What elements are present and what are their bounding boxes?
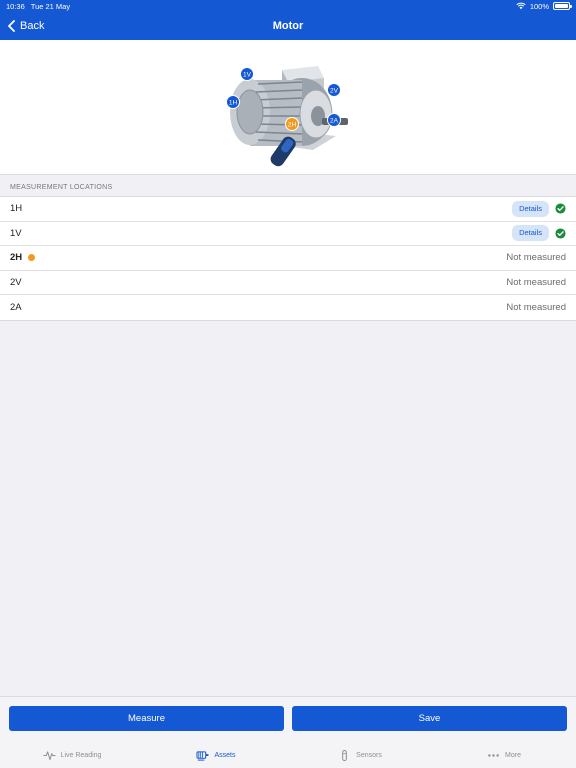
details-button[interactable]: Details [512, 225, 549, 242]
tab-label: More [505, 751, 521, 759]
svg-text:2A: 2A [330, 118, 339, 125]
bottom-area: Measure Save Live Reading Assets Sensors… [0, 696, 576, 768]
location-name: 2H [10, 252, 23, 264]
status-time: 10:36 [6, 1, 25, 11]
tab-more[interactable]: More [432, 745, 576, 765]
top-bar: 10:36 Tue 21 May 100% Back Motor [0, 0, 576, 40]
marker-2v[interactable]: 2V [327, 83, 341, 97]
save-button[interactable]: Save [292, 706, 567, 731]
locations-list: 1H Details 1V Details 2H Not measured 2V… [0, 196, 576, 321]
measurement-status: Not measured [506, 252, 566, 264]
location-row-2a[interactable]: 2A Not measured [0, 295, 576, 320]
chevron-left-icon [8, 20, 15, 32]
marker-2h[interactable]: 2H [285, 117, 299, 131]
battery-icon [553, 2, 572, 10]
sensor-icon [342, 749, 347, 761]
active-location-dot [28, 254, 36, 262]
location-name: 1V [10, 227, 22, 239]
tab-sensors[interactable]: Sensors [288, 745, 432, 765]
svg-text:1V: 1V [243, 72, 252, 79]
tab-label: Assets [214, 751, 236, 759]
location-name: 2V [10, 277, 22, 289]
svg-text:2H: 2H [288, 122, 297, 129]
location-row-2v[interactable]: 2V Not measured [0, 271, 576, 296]
measurement-status: Not measured [506, 277, 566, 289]
details-button[interactable]: Details [512, 200, 549, 217]
marker-1h[interactable]: 1H [226, 95, 240, 109]
tab-label: Live Reading [60, 751, 102, 759]
motor-illustration-panel: 1V 1H 2V 2A 2H [0, 40, 576, 175]
battery-percent: 100% [529, 1, 549, 11]
tab-bar: Live Reading Assets Sensors More [0, 745, 576, 765]
check-circle-icon [555, 228, 566, 239]
tab-assets[interactable]: Assets [144, 745, 288, 765]
check-circle-icon [555, 203, 566, 214]
location-row-1v[interactable]: 1V Details [0, 222, 576, 247]
page-title: Motor [272, 20, 304, 32]
location-row-2h[interactable]: 2H Not measured [0, 246, 576, 271]
location-name: 1H [10, 203, 23, 215]
svg-text:2V: 2V [330, 88, 339, 95]
tab-label: Sensors [356, 751, 382, 759]
status-date: Tue 21 May [30, 1, 71, 11]
location-row-1h[interactable]: 1H Details [0, 197, 576, 222]
wifi-icon [516, 2, 526, 10]
status-bar: 10:36 Tue 21 May 100% [0, 0, 576, 12]
more-dots-icon [488, 753, 499, 757]
tab-live-reading[interactable]: Live Reading [0, 745, 144, 765]
back-button[interactable]: Back [8, 17, 44, 35]
marker-2a[interactable]: 2A [327, 113, 341, 127]
nav-bar: Back Motor [0, 12, 576, 40]
marker-1v[interactable]: 1V [240, 67, 254, 81]
measure-button[interactable]: Measure [9, 706, 284, 731]
pulse-icon [43, 750, 56, 760]
motor-illustration: 1V 1H 2V 2A 2H [226, 66, 348, 167]
section-header: MEASUREMENT LOCATIONS [10, 184, 113, 191]
svg-text:1H: 1H [229, 100, 238, 107]
measurement-status: Not measured [506, 302, 566, 314]
location-name: 2A [10, 302, 22, 314]
asset-icon [196, 750, 209, 761]
back-label: Back [20, 20, 45, 32]
